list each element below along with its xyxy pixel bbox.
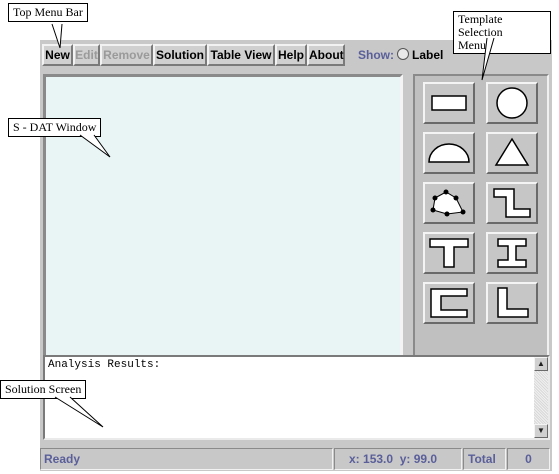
callout-pointers xyxy=(51,23,495,428)
